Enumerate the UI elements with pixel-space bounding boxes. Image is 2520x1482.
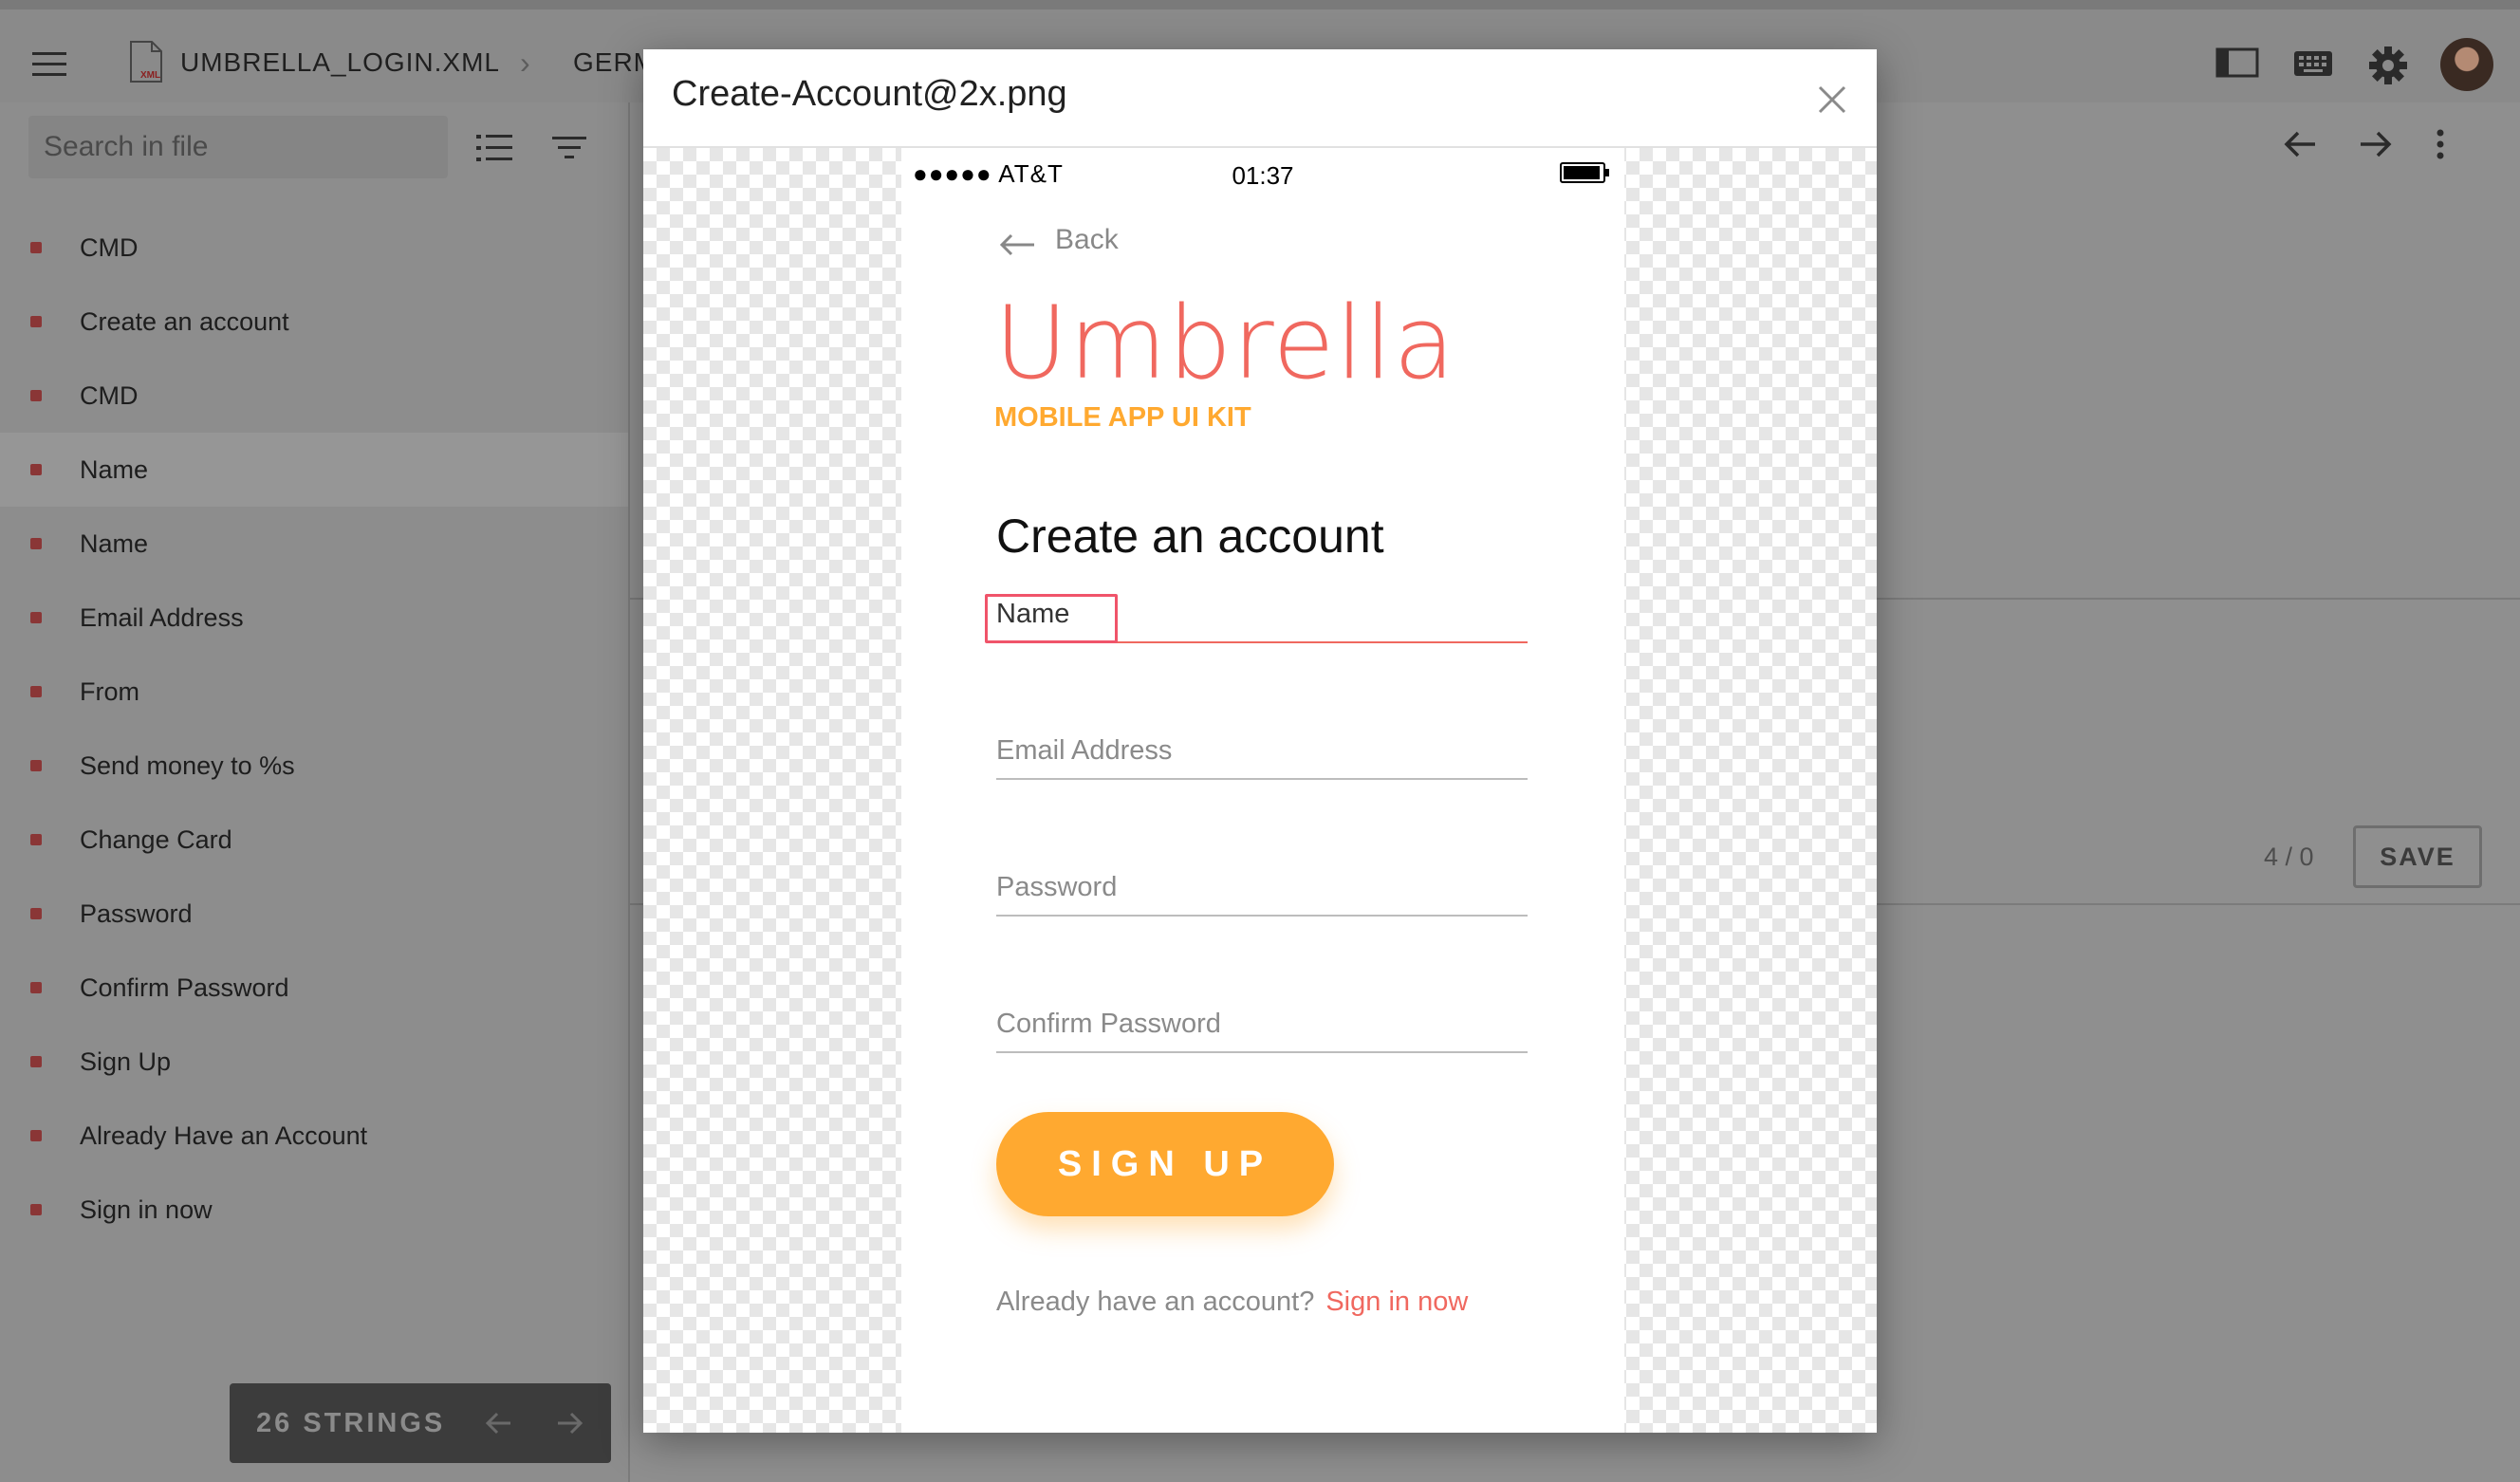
email-field-label: Email Address: [996, 735, 1173, 766]
sign-in-link: Sign in now: [1325, 1287, 1469, 1317]
strings-count-bar: 26 STRINGS: [230, 1383, 611, 1463]
close-icon[interactable]: [1812, 80, 1852, 120]
string-list: CMD Create an account CMD Name Name Emai…: [0, 211, 628, 1247]
next-string-arrow-icon[interactable]: [550, 1404, 588, 1442]
list-view-icon[interactable]: [474, 129, 516, 167]
list-item[interactable]: Sign in now: [0, 1173, 628, 1247]
keyboard-icon[interactable]: [2290, 44, 2338, 85]
dialog-header: Create-Account@2x.png: [643, 49, 1877, 148]
back-arrow-icon: [996, 224, 1038, 262]
sidebar-toggle-icon[interactable]: [2214, 44, 2262, 85]
list-item-label: Sign in now: [80, 1195, 213, 1224]
list-item-selected[interactable]: Name: [0, 433, 628, 507]
status-dot: [30, 538, 42, 549]
more-vert-icon[interactable]: [2431, 125, 2455, 167]
status-dot: [30, 834, 42, 845]
list-item[interactable]: Already Have an Account: [0, 1099, 628, 1173]
confirm-password-field-label: Confirm Password: [996, 1009, 1221, 1039]
list-item-label: CMD: [80, 232, 139, 262]
list-item[interactable]: Confirm Password: [0, 951, 628, 1025]
strings-count-label: 26 STRINGS: [256, 1407, 446, 1438]
status-dot: [30, 982, 42, 993]
list-item[interactable]: CMD: [0, 359, 628, 433]
confirm-password-field: Confirm Password: [996, 994, 1528, 1053]
forward-arrow-icon[interactable]: [2353, 125, 2399, 167]
status-dot: [30, 686, 42, 697]
svg-text:XML: XML: [140, 70, 160, 81]
list-item-label: Name: [80, 528, 149, 558]
list-item[interactable]: Email Address: [0, 581, 628, 655]
list-item[interactable]: Create an account: [0, 285, 628, 359]
sign-up-button: SIGN UP: [996, 1112, 1334, 1216]
email-field: Email Address: [996, 721, 1528, 780]
status-dot: [30, 612, 42, 623]
back-label: Back: [1055, 224, 1119, 255]
list-item[interactable]: CMD: [0, 211, 628, 285]
string-sidebar: Search in file CMD Create an account CMD…: [0, 102, 630, 1482]
list-item[interactable]: From: [0, 655, 628, 729]
list-item-label: CMD: [80, 380, 139, 410]
status-dot: [30, 1204, 42, 1215]
char-counter: 4 / 0: [2264, 843, 2314, 871]
status-dot: [30, 390, 42, 401]
status-dot: [30, 464, 42, 475]
password-field: Password: [996, 858, 1528, 917]
battery-icon: [1560, 161, 1611, 184]
breadcrumb-separator: ›: [520, 46, 530, 80]
dialog-title: Create-Account@2x.png: [672, 74, 1067, 114]
brand-title: Umbrella: [994, 285, 1456, 401]
signin-row: Already have an account? Sign in now: [996, 1287, 1468, 1318]
menu-icon[interactable]: [28, 46, 74, 83]
list-item[interactable]: Password: [0, 877, 628, 951]
list-item-label: Email Address: [80, 602, 244, 632]
breadcrumb-file[interactable]: UMBRELLA_LOGIN.XML: [180, 47, 500, 78]
list-item-label: From: [80, 676, 139, 706]
image-preview-dialog: Create-Account@2x.png ●●●●● AT&T 01:37 B…: [643, 49, 1877, 1433]
save-button[interactable]: SAVE: [2353, 825, 2482, 888]
status-dot: [30, 1130, 42, 1141]
list-item-label: Password: [80, 898, 193, 928]
status-dot: [30, 242, 42, 253]
list-item[interactable]: Send money to %s: [0, 729, 628, 803]
list-item[interactable]: Change Card: [0, 803, 628, 877]
status-dot: [30, 908, 42, 919]
list-item-label: Sign Up: [80, 1047, 172, 1076]
phone-screenshot: ●●●●● AT&T 01:37 Back Umbrella MOBILE AP…: [901, 148, 1624, 1433]
list-item-label: Send money to %s: [80, 750, 295, 780]
list-item[interactable]: Sign Up: [0, 1025, 628, 1099]
status-time: 01:37: [1232, 161, 1294, 190]
list-item-label: Already Have an Account: [80, 1121, 368, 1150]
list-item-label: Confirm Password: [80, 973, 289, 1002]
user-avatar[interactable]: [2440, 38, 2493, 91]
highlight-box: [985, 594, 1118, 643]
search-input[interactable]: Search in file: [28, 116, 448, 178]
xml-file-icon: XML: [127, 38, 165, 85]
filter-icon[interactable]: [548, 129, 590, 167]
status-dot: [30, 316, 42, 327]
list-item-label: Name: [80, 454, 149, 484]
settings-gear-icon[interactable]: [2366, 44, 2414, 85]
already-account-text: Already have an account?: [996, 1287, 1315, 1317]
prev-string-arrow-icon[interactable]: [480, 1404, 518, 1442]
list-item[interactable]: Name: [0, 507, 628, 581]
status-dot: [30, 760, 42, 771]
status-dot: [30, 1056, 42, 1067]
list-item-label: Change Card: [80, 824, 232, 854]
brand-subtitle: MOBILE APP UI KIT: [994, 402, 1251, 433]
back-arrow-icon[interactable]: [2279, 125, 2325, 167]
list-item-label: Create an account: [80, 306, 289, 336]
password-field-label: Password: [996, 872, 1118, 902]
form-heading: Create an account: [996, 509, 1384, 563]
image-preview-area: ●●●●● AT&T 01:37 Back Umbrella MOBILE AP…: [643, 148, 1877, 1433]
